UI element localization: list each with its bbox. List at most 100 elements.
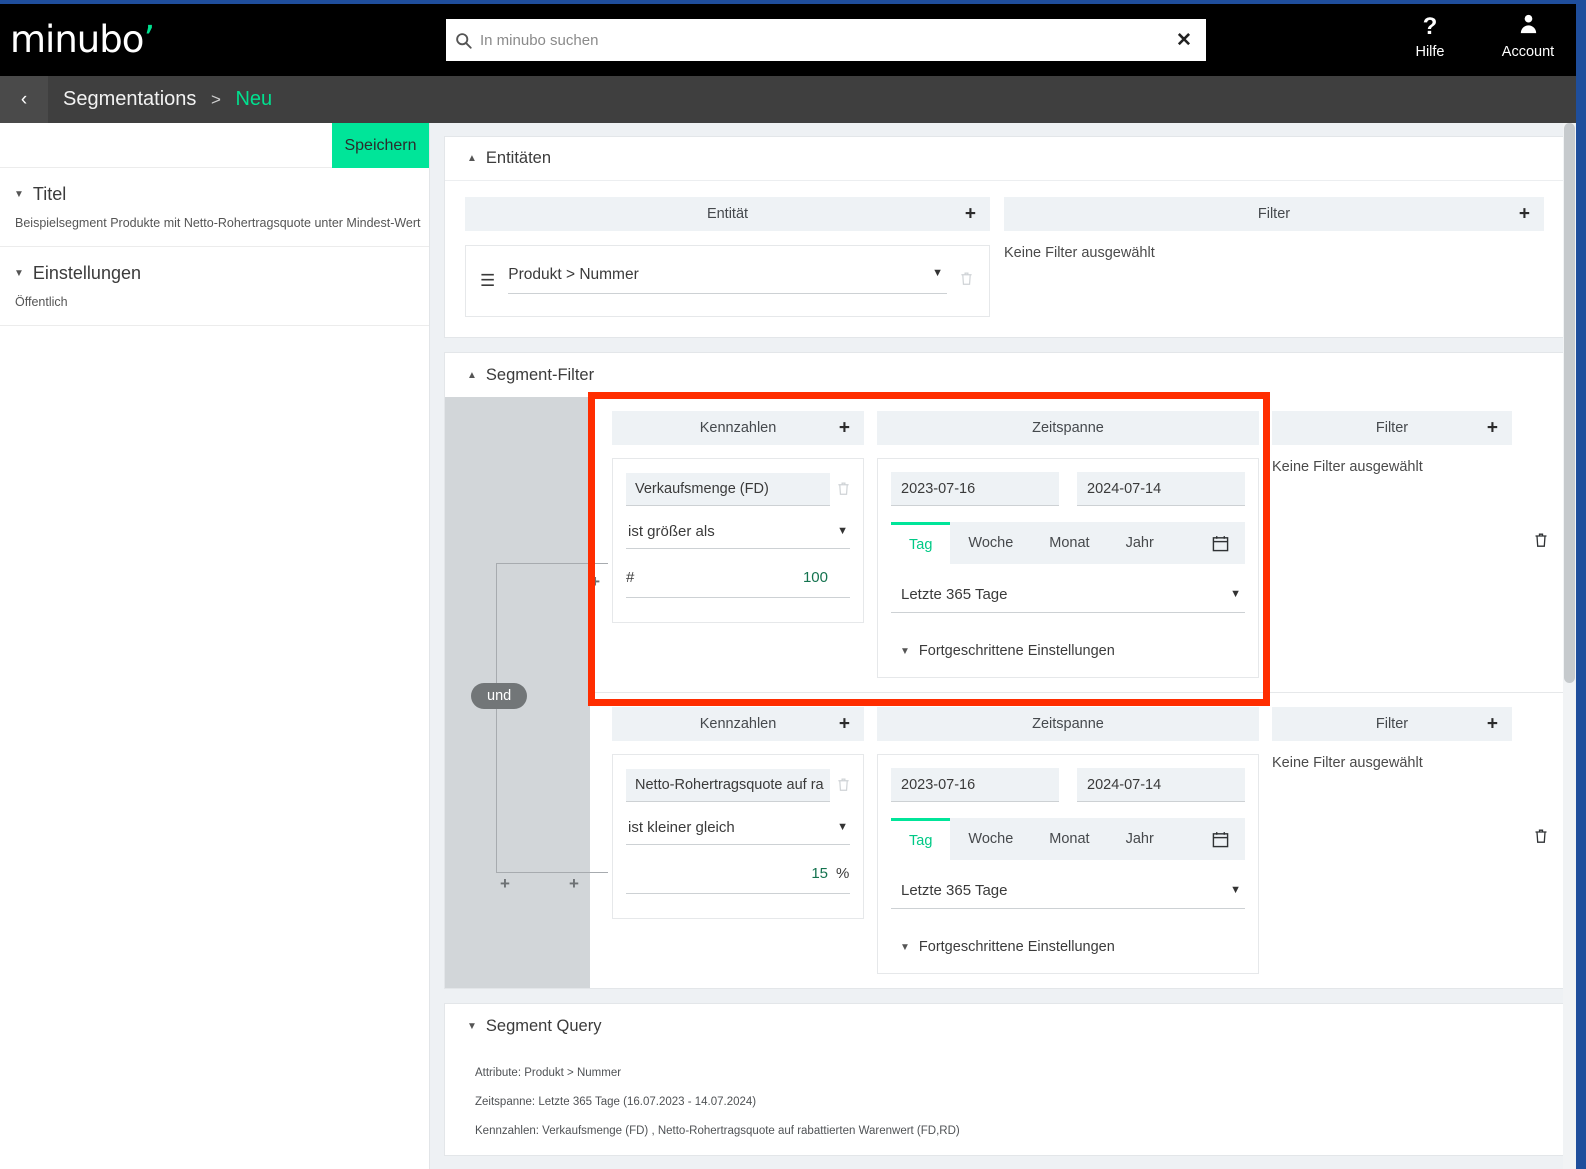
entity-select[interactable]: Produkt > Nummer ▼ — [508, 266, 947, 294]
kpi-metric-field[interactable]: Netto-Rohertragsquote auf ra — [626, 769, 830, 802]
tab-woche[interactable]: Woche — [950, 818, 1031, 860]
main-content: ▲ Entitäten Entität + ☰ Produkt > Nummer… — [430, 123, 1576, 1169]
entities-card-header[interactable]: ▲ Entitäten — [445, 137, 1564, 181]
sidebar-section-title-label: Titel — [32, 184, 67, 204]
kpi-column-label: Kennzahlen — [699, 716, 777, 732]
kpi-value-field[interactable]: 15 % — [626, 865, 850, 894]
help-button[interactable]: ? Hilfe — [1394, 12, 1466, 60]
save-button[interactable]: Speichern — [332, 123, 429, 168]
calendar-icon[interactable] — [1196, 522, 1245, 564]
plus-icon[interactable]: + — [1487, 715, 1498, 734]
entity-filter-column: Filter + Keine Filter ausgewählt — [1004, 197, 1544, 317]
time-range-select[interactable]: Letzte 365 Tage ▼ — [891, 882, 1245, 909]
search-input[interactable] — [480, 20, 1162, 60]
tab-monat[interactable]: Monat — [1031, 818, 1107, 860]
row-filter-empty-text: Keine Filter ausgewählt — [1272, 755, 1423, 771]
row-filter-empty-text: Keine Filter ausgewählt — [1272, 459, 1423, 475]
sidebar-section-title-header[interactable]: ▼ Titel — [14, 184, 429, 205]
kpi-metric-field[interactable]: Verkaufsmenge (FD) — [626, 473, 830, 506]
caret-down-icon: ▼ — [1230, 588, 1241, 600]
granularity-tabs: Tag Woche Monat Jahr — [891, 522, 1245, 564]
kpi-condition-box: Netto-Rohertragsquote auf ra ist kleiner… — [612, 754, 864, 919]
date-from-input[interactable]: 2023-07-16 — [891, 768, 1059, 802]
breadcrumb-root[interactable]: Segmentations — [63, 88, 196, 110]
scrollbar-thumb[interactable] — [1564, 123, 1575, 683]
hamburger-drag-icon[interactable]: ☰ — [480, 272, 495, 289]
user-icon — [1492, 12, 1564, 42]
tab-tag[interactable]: Tag — [891, 522, 951, 564]
segment-filter-canvas: + und + + Kennzahlen + Verkaufsmenge (FD… — [445, 397, 1564, 988]
query-kennzahlen-value: Verkaufsmenge (FD) , Netto-Rohertragsquo… — [542, 1125, 960, 1137]
timespan-column-label: Zeitspanne — [1032, 420, 1104, 436]
minubo-logo[interactable]: minubo’ — [10, 18, 155, 61]
segment-filter-card-header[interactable]: ▲ Segment-Filter — [445, 353, 1564, 397]
tab-woche[interactable]: Woche — [950, 522, 1031, 564]
visibility-value[interactable]: Öffentlich — [15, 295, 429, 309]
plus-icon[interactable]: + — [839, 419, 850, 438]
date-to-input[interactable]: 2024-07-14 — [1077, 768, 1245, 802]
plus-icon[interactable]: + — [590, 573, 600, 590]
kpi-operator-select[interactable]: ist größer als ▼ — [626, 523, 850, 549]
tab-jahr[interactable]: Jahr — [1108, 522, 1172, 564]
tab-tag[interactable]: Tag — [891, 818, 951, 860]
query-line-timespan: Zeitspanne: Letzte 365 Tage (16.07.2023 … — [475, 1096, 1564, 1108]
kpi-operator-select[interactable]: ist kleiner gleich ▼ — [626, 819, 850, 845]
browser-frame: minubo’ ✕ ? Hilfe Accoun — [0, 0, 1586, 1169]
plus-icon[interactable]: + — [1519, 205, 1530, 224]
tab-jahr[interactable]: Jahr — [1108, 818, 1172, 860]
date-to-input[interactable]: 2024-07-14 — [1077, 472, 1245, 506]
kpi-unit-prefix: # — [626, 569, 635, 586]
date-from-input[interactable]: 2023-07-16 — [891, 472, 1059, 506]
trash-icon[interactable] — [1534, 532, 1548, 552]
entity-filter-column-label: Filter — [1257, 206, 1291, 222]
plus-icon[interactable]: + — [569, 875, 579, 892]
trash-icon[interactable] — [837, 481, 850, 499]
entities-card-body: Entität + ☰ Produkt > Nummer ▼ Filter + … — [445, 181, 1564, 337]
query-line-attribute: Attribute: Produkt > Nummer — [475, 1067, 1564, 1079]
segment-query-card-header[interactable]: ▼ Segment Query — [445, 1004, 1564, 1048]
left-sidebar: Speichern ▼ Titel Beispielsegment Produk… — [0, 123, 430, 1169]
time-range-select[interactable]: Letzte 365 Tage ▼ — [891, 586, 1245, 613]
kpi-value: 15 — [811, 865, 828, 882]
caret-down-icon: ▼ — [837, 821, 848, 833]
vertical-scrollbar[interactable] — [1563, 123, 1576, 1169]
query-timespan-key: Zeitspanne: — [475, 1096, 536, 1108]
segment-title-value[interactable]: Beispielsegment Produkte mit Netto-Roher… — [15, 216, 429, 230]
tab-monat[interactable]: Monat — [1031, 522, 1107, 564]
breadcrumb-bar: ‹ Segmentations > Neu — [0, 76, 1576, 123]
kpi-column-header: Kennzahlen + — [612, 411, 864, 445]
sidebar-section-settings-label: Einstellungen — [32, 263, 141, 283]
row-filter-column-header: Filter + — [1272, 411, 1512, 445]
advanced-settings-toggle[interactable]: ▼ Fortgeschrittene Einstellungen — [891, 939, 1245, 955]
trash-icon[interactable] — [1534, 828, 1548, 848]
logic-connector-gutter: + und + + — [445, 397, 608, 988]
logo-accent-dot: ’ — [143, 18, 155, 61]
advanced-settings-toggle[interactable]: ▼ Fortgeschrittene Einstellungen — [891, 643, 1245, 659]
page-body: Speichern ▼ Titel Beispielsegment Produk… — [0, 123, 1576, 1169]
trash-icon[interactable] — [837, 777, 850, 795]
logic-operator-und[interactable]: und — [471, 683, 528, 709]
plus-icon[interactable]: + — [839, 715, 850, 734]
calendar-icon[interactable] — [1196, 818, 1245, 860]
sidebar-section-settings-header[interactable]: ▼ Einstellungen — [14, 263, 429, 284]
back-button[interactable]: ‹ — [0, 76, 48, 123]
top-bar: minubo’ ✕ ? Hilfe Accoun — [0, 4, 1576, 76]
plus-icon[interactable]: + — [500, 875, 510, 892]
trash-icon[interactable] — [960, 271, 973, 289]
plus-icon[interactable]: + — [965, 205, 976, 224]
chevron-left-icon: ‹ — [20, 88, 28, 110]
global-search[interactable]: ✕ — [446, 19, 1206, 61]
account-label: Account — [1501, 44, 1555, 60]
entity-column-header: Entität + — [465, 197, 990, 231]
filter-group-bracket: + — [496, 563, 608, 873]
timespan-column-header: Zeitspanne — [877, 411, 1259, 445]
caret-down-icon: ▼ — [900, 645, 910, 657]
sidebar-section-title: ▼ Titel Beispielsegment Produkte mit Net… — [0, 168, 429, 247]
caret-down-icon: ▼ — [14, 268, 24, 279]
kpi-value-field[interactable]: # 100 — [626, 569, 850, 598]
account-button[interactable]: Account — [1492, 12, 1564, 60]
entity-filter-column-header: Filter + — [1004, 197, 1544, 231]
entity-column: Entität + ☰ Produkt > Nummer ▼ — [465, 197, 990, 317]
plus-icon[interactable]: + — [1487, 419, 1498, 438]
close-icon[interactable]: ✕ — [1162, 19, 1206, 61]
